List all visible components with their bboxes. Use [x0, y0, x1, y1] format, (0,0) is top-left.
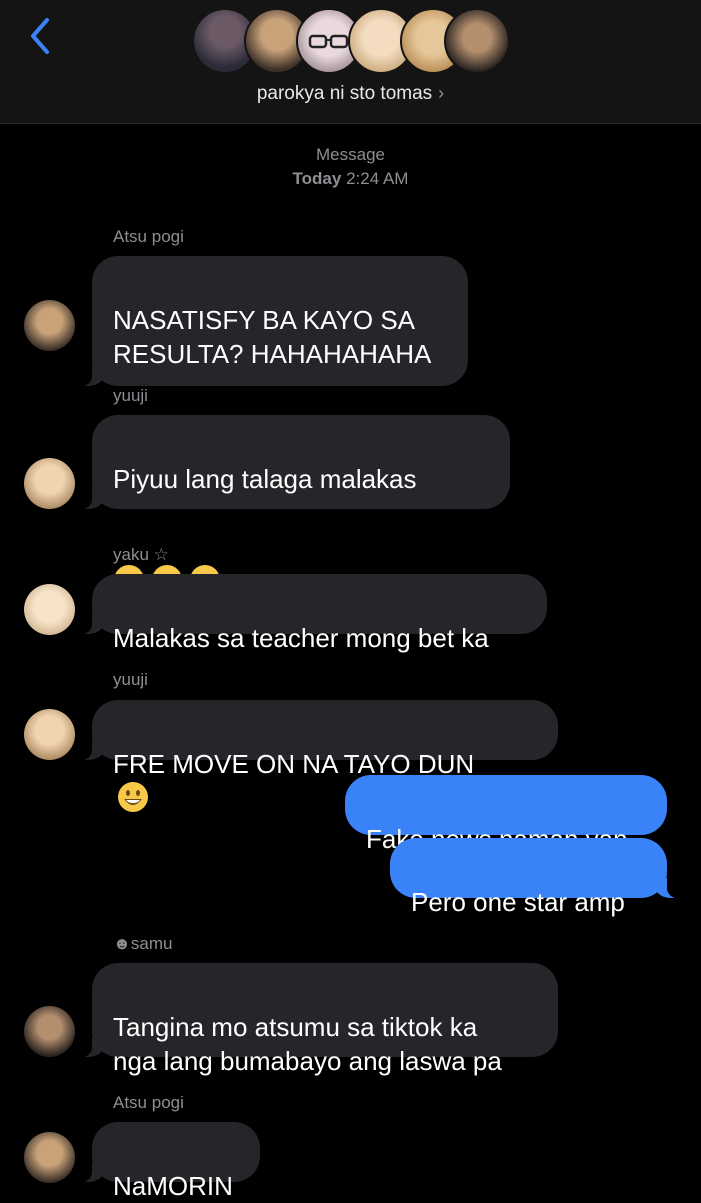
sent-message-bubble[interactable]: Fake news naman yan: [345, 775, 667, 854]
sender-name: yaku ☆: [113, 545, 169, 564]
message-text: NASATISFY BA KAYO SA RESULTA? HAHAHAHAHA: [113, 305, 432, 369]
message-text: Malakas sa teacher mong bet ka: [113, 623, 489, 653]
group-avatar: [444, 8, 510, 74]
message-bubble[interactable]: NASATISFY BA KAYO SA RESULTA? HAHAHAHAHA: [82, 256, 468, 386]
avatar[interactable]: [24, 300, 75, 351]
message-bubble[interactable]: FRE MOVE ON NA TAYO DUN: [82, 700, 558, 812]
avatar[interactable]: [24, 709, 75, 760]
service-label: Message: [316, 145, 385, 164]
message-text: Piyuu lang talaga malakas: [113, 464, 417, 494]
back-button[interactable]: [22, 14, 58, 58]
message-text: NaMORIN: [113, 1171, 233, 1201]
message-bubble[interactable]: NaMORIN: [82, 1122, 260, 1201]
timestamp-day: Today: [292, 169, 342, 188]
grinning-face-emoji: [118, 782, 148, 812]
group-name-label: parokya ni sto tomas: [256, 83, 433, 104]
chevron-left-icon: [31, 18, 49, 54]
conversation-header: parokya ni sto tomas ›: [0, 0, 701, 124]
message-bubble[interactable]: Piyuu lang talaga malakas: [82, 415, 510, 595]
timestamp: Today 2:24 AM: [0, 169, 701, 189]
message-bubble[interactable]: Malakas sa teacher mong bet ka: [82, 574, 547, 653]
message-text: Tangina mo atsumu sa tiktok ka nga lang …: [113, 1012, 502, 1076]
sender-name: yuuji: [113, 670, 148, 689]
avatar[interactable]: [24, 458, 75, 509]
avatar[interactable]: [24, 1006, 75, 1057]
message-text: Pero one star amp: [411, 887, 625, 917]
chevron-right-icon: ›: [438, 83, 445, 103]
sender-name: Atsu pogi: [113, 1093, 184, 1112]
sender-name: yuuji: [113, 386, 148, 405]
avatar[interactable]: [24, 1132, 75, 1183]
timestamp-time: 2:24 AM: [346, 169, 409, 188]
group-name[interactable]: parokya ni sto tomas ›: [0, 83, 701, 105]
sent-message-bubble[interactable]: Pero one star amp: [390, 838, 677, 917]
group-avatars[interactable]: [192, 8, 512, 76]
avatar[interactable]: [24, 584, 75, 635]
sender-name: Atsu pogi: [113, 227, 184, 246]
message-bubble[interactable]: Tangina mo atsumu sa tiktok ka nga lang …: [82, 963, 558, 1076]
sender-name: ☻samu: [113, 934, 173, 953]
